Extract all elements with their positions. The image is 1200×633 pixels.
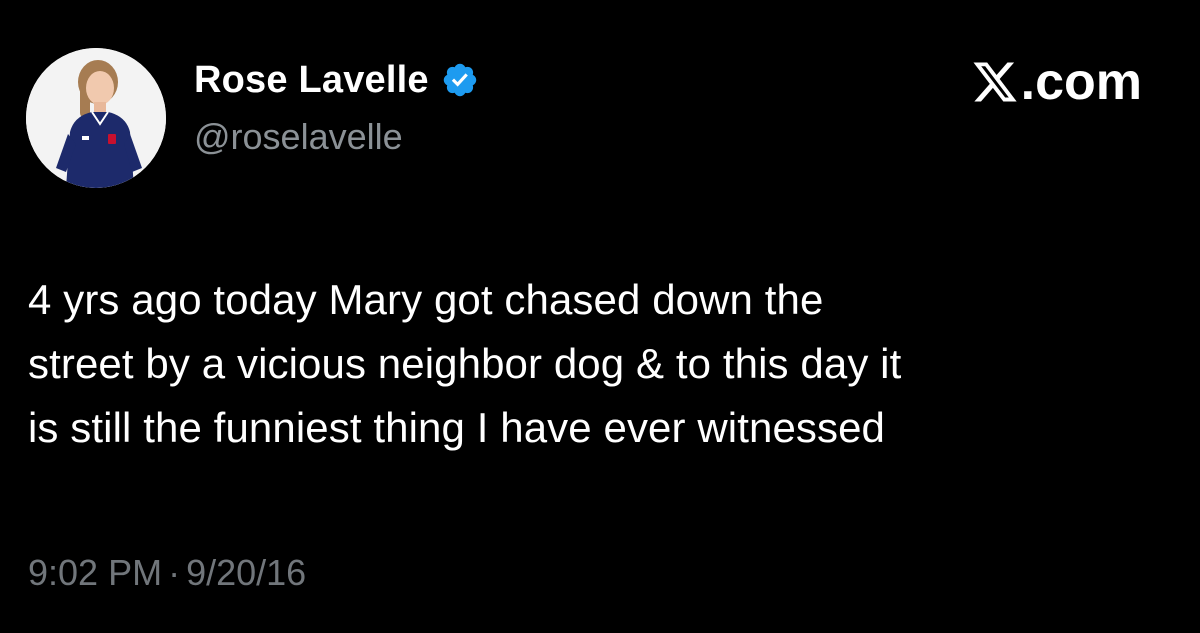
avatar[interactable] bbox=[26, 48, 166, 188]
tweet-text-line: street by a vicious neighbor dog & to th… bbox=[28, 340, 902, 387]
timestamp-separator: · bbox=[168, 552, 181, 593]
author-info: Rose Lavelle @roselavelle bbox=[194, 54, 479, 158]
verified-badge-icon bbox=[441, 61, 479, 99]
tweet-card: Rose Lavelle @roselavelle .com 4 yrs ago… bbox=[0, 0, 1200, 633]
tweet-text-line: 4 yrs ago today Mary got chased down the bbox=[28, 276, 824, 323]
tweet-time: 9:02 PM bbox=[28, 552, 163, 593]
tweet-date: 9/20/16 bbox=[186, 552, 307, 593]
x-logo-icon bbox=[971, 58, 1019, 106]
avatar-photo-icon bbox=[26, 48, 166, 188]
brand-link[interactable]: .com bbox=[971, 52, 1142, 112]
brand-label: .com bbox=[1020, 53, 1142, 111]
tweet-text-line: is still the funniest thing I have ever … bbox=[28, 404, 886, 451]
tweet-text: 4 yrs ago today Mary got chased down the… bbox=[28, 268, 1168, 460]
tweet-timestamp[interactable]: 9:02 PM · 9/20/16 bbox=[28, 552, 306, 594]
user-handle[interactable]: @roselavelle bbox=[194, 116, 479, 158]
display-name[interactable]: Rose Lavelle bbox=[194, 59, 429, 102]
name-row: Rose Lavelle bbox=[194, 54, 479, 106]
